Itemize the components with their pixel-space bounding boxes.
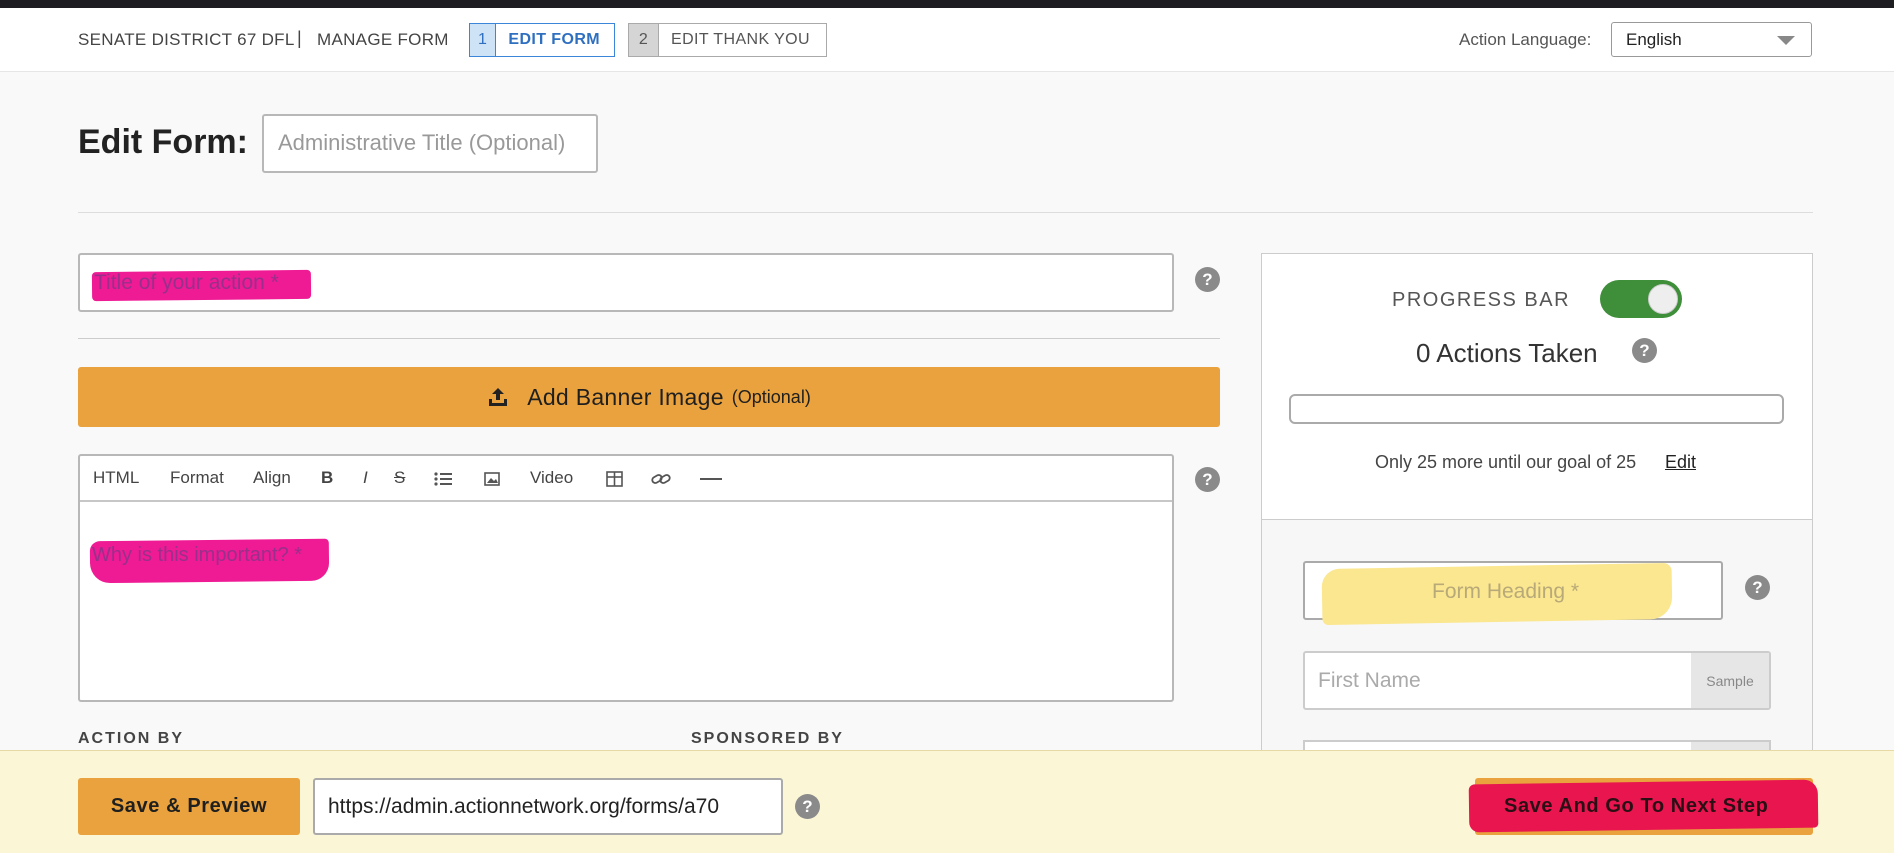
progress-bar — [1289, 394, 1784, 424]
editor-toolbar: HTML Format Align B I S Video — [80, 456, 1172, 502]
toolbar-html-button[interactable]: HTML — [93, 468, 139, 488]
upload-icon — [489, 388, 508, 406]
top-strip — [0, 0, 1894, 8]
action-by-heading: ACTION BY — [78, 730, 184, 747]
list-icon[interactable] — [434, 471, 452, 487]
save-preview-button[interactable]: Save & Preview — [78, 778, 300, 835]
first-name-field[interactable]: First Name Sample — [1303, 651, 1771, 710]
help-icon[interactable]: ? — [1195, 467, 1220, 492]
toolbar-video-button[interactable]: Video — [530, 468, 573, 488]
save-next-step-label[interactable]: Save And Go To Next Step — [1504, 795, 1768, 818]
goal-text: Only 25 more until our goal of 25 — [1375, 452, 1637, 472]
divider — [78, 212, 1813, 213]
action-language-select[interactable]: English — [1611, 22, 1812, 57]
toolbar-format-button[interactable]: Format — [170, 468, 224, 488]
form-heading-placeholder: Form Heading * — [1432, 580, 1580, 603]
table-icon[interactable] — [606, 471, 623, 487]
divider — [78, 338, 1220, 339]
description-editor[interactable]: HTML Format Align B I S Video Why is thi… — [78, 454, 1174, 702]
step-number: 1 — [470, 24, 497, 56]
banner-button-label: Add Banner Image — [527, 383, 724, 410]
toolbar-strike-button[interactable]: S — [394, 468, 405, 488]
toolbar-align-button[interactable]: Align — [253, 468, 291, 488]
help-icon[interactable]: ? — [1195, 267, 1220, 292]
goal-edit-link[interactable]: Edit — [1665, 452, 1696, 473]
top-bar: SENATE DISTRICT 67 DFL | MANAGE FORM 1 E… — [0, 8, 1894, 72]
form-url-input[interactable]: https://admin.actionnetwork.org/forms/a7… — [313, 778, 783, 835]
org-name[interactable]: SENATE DISTRICT 67 DFL — [78, 30, 295, 50]
selected-language: English — [1626, 30, 1682, 49]
help-icon[interactable]: ? — [795, 794, 820, 819]
admin-title-input[interactable]: Administrative Title (Optional) — [262, 114, 598, 173]
chevron-down-icon — [1777, 36, 1795, 45]
toggle-knob — [1648, 284, 1678, 314]
step-number: 2 — [629, 24, 659, 56]
image-icon[interactable] — [484, 471, 500, 487]
link-icon[interactable] — [651, 471, 671, 487]
help-icon[interactable]: ? — [1745, 575, 1770, 600]
manage-form-link[interactable]: MANAGE FORM — [317, 30, 449, 50]
action-title-placeholder: Title of your action * — [94, 271, 279, 294]
first-name-placeholder: First Name — [1318, 669, 1421, 692]
step-edit-form[interactable]: 1 EDIT FORM — [469, 23, 615, 57]
action-title-input[interactable]: Title of your action * — [78, 253, 1174, 312]
step-label: EDIT FORM — [508, 31, 600, 48]
toolbar-bold-button[interactable]: B — [321, 468, 333, 488]
step-edit-thank-you[interactable]: 2 EDIT THANK YOU — [628, 23, 827, 57]
page-title: Edit Form: — [78, 123, 248, 161]
banner-button-optional: (Optional) — [731, 386, 811, 407]
progress-bar-toggle[interactable] — [1600, 280, 1682, 318]
horizontal-rule-icon[interactable] — [700, 477, 722, 481]
form-preview-area — [1262, 520, 1812, 752]
breadcrumb-separator: | — [297, 28, 302, 48]
actions-taken-count: 0 Actions Taken — [1416, 338, 1598, 368]
action-language-label: Action Language: — [1459, 30, 1592, 49]
progress-bar-label: PROGRESS BAR — [1392, 289, 1571, 311]
toolbar-italic-button[interactable]: I — [363, 468, 368, 488]
sample-label: Sample — [1691, 653, 1769, 708]
description-placeholder: Why is this important? * — [92, 544, 303, 566]
sponsored-by-heading: SPONSORED BY — [691, 730, 844, 747]
step-label: EDIT THANK YOU — [671, 31, 810, 48]
add-banner-image-button[interactable]: Add Banner Image (Optional) — [78, 367, 1220, 427]
help-icon[interactable]: ? — [1632, 338, 1657, 363]
